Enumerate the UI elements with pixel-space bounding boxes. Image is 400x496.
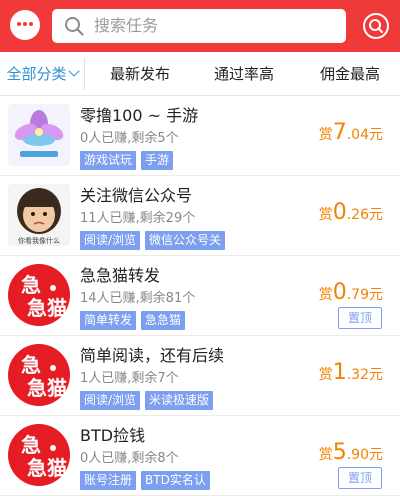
child-photo-thumbnail: 你看我像什么 [8,184,70,246]
task-tag: 阅读/浏览 [80,231,141,250]
task-tag: 手游 [141,151,174,170]
jijimao-logo: 急 急猫 [8,424,70,486]
task-stats: 14人已赚,剩余81个 [80,291,196,306]
tab-highest-reward[interactable]: 佣金最高 [308,52,392,96]
task-title: 零撸100 ~ 手游 [80,106,199,125]
tab-label: 最新发布 [109,65,170,83]
task-reward: 赏0.79元 [318,280,383,305]
task-tags: 简单转发 急急猫 [80,309,190,330]
task-title: 关注微信公众号 [80,186,193,205]
search-icon [65,17,84,36]
tab-label: 佣金最高 [319,65,380,83]
task-reward: 赏7.04元 [318,120,383,145]
task-tag: 米读极速版 [145,391,214,410]
filter-tabs: 全部分类 最新发布 通过率高 佣金最高 [0,52,400,96]
tab-pass-rate[interactable]: 通过率高 [200,52,288,96]
task-tag: 急急猫 [141,311,186,330]
tab-label: 通过率高 [213,65,274,83]
task-row[interactable]: 急 急猫 简单阅读，还有后续 1人已赚,剩余7个 阅读/浏览 米读极速版 赏1.3… [0,336,400,416]
thumbnail-caption: 你看我像什么 [8,237,70,246]
task-tag: 游戏试玩 [80,151,137,170]
task-tag: 简单转发 [80,311,137,330]
task-stats: 1人已赚,剩余7个 [80,371,179,386]
scan-icon[interactable] [361,11,391,41]
task-tags: 游戏试玩 手游 [80,149,178,170]
tab-label: 全部分类 [6,65,67,83]
chevron-down-icon [67,65,80,77]
task-tags: 账号注册 BTD实名认 [80,469,215,490]
task-reward: 赏1.32元 [318,360,383,385]
jijimao-logo: 急 急猫 [8,344,70,406]
task-tags: 阅读/浏览 米读极速版 [80,389,218,410]
task-row[interactable]: 急 急猫 BTD捡钱 0人已赚,剩余8个 账号注册 BTD实名认 赏5.90元 置… [0,416,400,496]
tab-latest[interactable]: 最新发布 [98,52,182,96]
task-stats: 11人已赚,剩余29个 [80,211,196,226]
top-bar: 搜索任务 [0,0,400,52]
task-stats: 0人已赚,剩余8个 [80,451,179,466]
task-row[interactable]: 零撸100 ~ 手游 0人已赚,剩余5个 游戏试玩 手游 赏7.04元 [0,96,400,176]
task-tag: 微信公众号关 [145,231,226,250]
task-row[interactable]: 你看我像什么 关注微信公众号 11人已赚,剩余29个 阅读/浏览 微信公众号关 赏… [0,176,400,256]
task-title: 急急猫转发 [80,266,161,285]
tab-all-categories[interactable]: 全部分类 [0,52,84,96]
flower-game-thumbnail [8,104,70,166]
search-input[interactable]: 搜索任务 [52,9,346,43]
task-tag: 阅读/浏览 [80,391,141,410]
task-title: BTD捡钱 [80,426,146,445]
task-stats: 0人已赚,剩余5个 [80,131,179,146]
search-placeholder: 搜索任务 [94,16,159,35]
task-row[interactable]: 急 急猫 急急猫转发 14人已赚,剩余81个 简单转发 急急猫 赏0.79元 置顶 [0,256,400,336]
message-icon[interactable] [10,10,40,40]
pin-button[interactable]: 置顶 [338,467,382,489]
jijimao-logo: 急 急猫 [8,264,70,326]
task-reward: 赏0.26元 [318,200,383,225]
pin-button[interactable]: 置顶 [338,307,382,329]
task-tag: 账号注册 [80,471,137,490]
tab-divider [84,58,85,90]
task-reward: 赏5.90元 [318,440,383,465]
task-title: 简单阅读，还有后续 [80,346,225,365]
task-tags: 阅读/浏览 微信公众号关 [80,229,230,250]
task-tag: BTD实名认 [141,471,210,490]
